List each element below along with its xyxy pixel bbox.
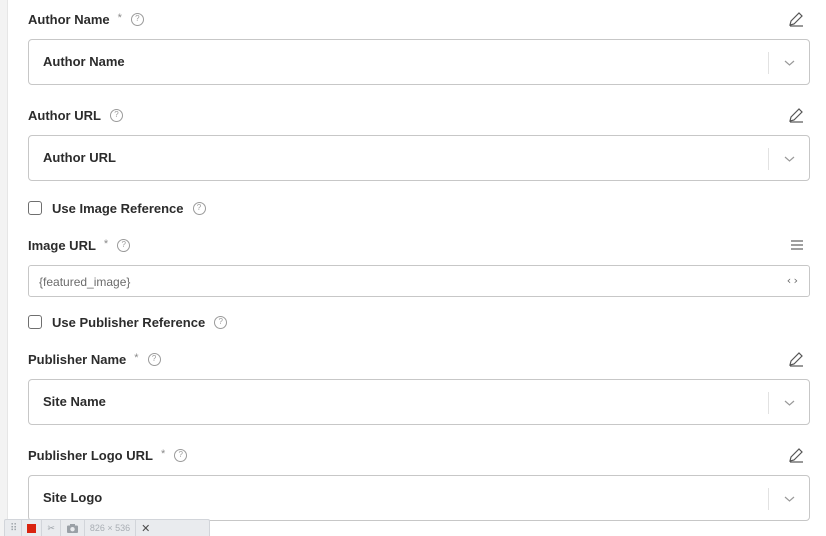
close-button[interactable]: ✕: [136, 520, 155, 536]
chevron-down-icon[interactable]: [783, 493, 796, 505]
author-url-label-row: Author URL ?: [28, 105, 812, 125]
pencil-icon[interactable]: [787, 106, 805, 124]
crop-button[interactable]: ✂: [42, 520, 61, 536]
chevron-down-icon[interactable]: [783, 57, 796, 69]
author-name-label-row: Author Name * ?: [28, 9, 812, 29]
image-url-input[interactable]: {featured_image} ‹›: [28, 265, 810, 297]
help-icon[interactable]: ?: [214, 315, 228, 329]
required-mark: *: [117, 12, 122, 24]
pencil-icon[interactable]: [787, 350, 805, 368]
code-icon[interactable]: ‹›: [786, 274, 799, 287]
publisher-logo-url-label-row: Publisher Logo URL * ?: [28, 445, 812, 465]
scissors-icon: ✂: [47, 522, 55, 533]
author-name-select[interactable]: Author Name: [28, 39, 810, 85]
list-icon[interactable]: [789, 237, 805, 253]
image-url-label-row: Image URL * ?: [28, 235, 812, 255]
publisher-name-select[interactable]: Site Name: [28, 379, 810, 425]
author-url-select[interactable]: Author URL: [28, 135, 810, 181]
dimensions-readout: 826 × 536: [85, 520, 137, 536]
publisher-logo-url-value: Site Logo: [43, 490, 103, 505]
author-url-label: Author URL: [28, 107, 101, 123]
pencil-icon[interactable]: [787, 446, 805, 464]
left-edge-rule: [0, 0, 8, 536]
use-publisher-reference-checkbox[interactable]: [28, 315, 42, 329]
use-publisher-reference-label[interactable]: Use Publisher Reference: [52, 315, 205, 330]
image-url-label: Image URL: [28, 237, 96, 253]
select-divider: [768, 392, 769, 414]
chevron-down-icon[interactable]: [783, 153, 796, 165]
required-mark: *: [160, 448, 166, 460]
drag-handle[interactable]: ⠿: [5, 520, 23, 536]
dimensions-text: 826 × 536: [89, 523, 131, 533]
use-image-reference-label[interactable]: Use Image Reference: [52, 201, 184, 216]
publisher-name-label: Publisher Name: [28, 351, 127, 367]
help-icon[interactable]: ?: [147, 352, 161, 366]
select-divider: [768, 52, 769, 74]
close-icon: ✕: [141, 522, 151, 535]
author-name-value: Author Name: [43, 54, 125, 69]
capture-toolbar: ⠿ ✂ 826 × 536 ✕: [4, 519, 210, 536]
image-url-value: {featured_image}: [39, 275, 131, 289]
record-button[interactable]: [22, 520, 43, 536]
help-icon[interactable]: ?: [117, 238, 131, 252]
select-divider: [768, 488, 769, 510]
publisher-logo-url-label: Publisher Logo URL: [28, 447, 153, 463]
use-publisher-reference-row: Use Publisher Reference ?: [28, 312, 228, 332]
camera-icon: [66, 523, 78, 533]
required-mark: *: [134, 352, 139, 364]
screenshot-button[interactable]: [61, 520, 85, 536]
record-icon: [27, 523, 37, 533]
select-divider: [768, 148, 769, 170]
publisher-logo-url-select[interactable]: Site Logo: [28, 475, 810, 521]
help-icon[interactable]: ?: [109, 108, 123, 122]
use-image-reference-row: Use Image Reference ?: [28, 198, 206, 218]
chevron-down-icon[interactable]: [783, 397, 796, 409]
pencil-icon[interactable]: [787, 10, 805, 28]
publisher-name-value: Site Name: [43, 394, 106, 409]
publisher-name-label-row: Publisher Name * ?: [28, 349, 812, 369]
grip-icon: ⠿: [10, 522, 17, 534]
use-image-reference-checkbox[interactable]: [28, 201, 42, 215]
help-icon[interactable]: ?: [192, 201, 206, 215]
author-name-label: Author Name: [28, 11, 110, 27]
help-icon[interactable]: ?: [174, 448, 188, 462]
author-url-value: Author URL: [43, 150, 116, 165]
required-mark: *: [103, 238, 109, 250]
help-icon[interactable]: ?: [130, 12, 144, 26]
